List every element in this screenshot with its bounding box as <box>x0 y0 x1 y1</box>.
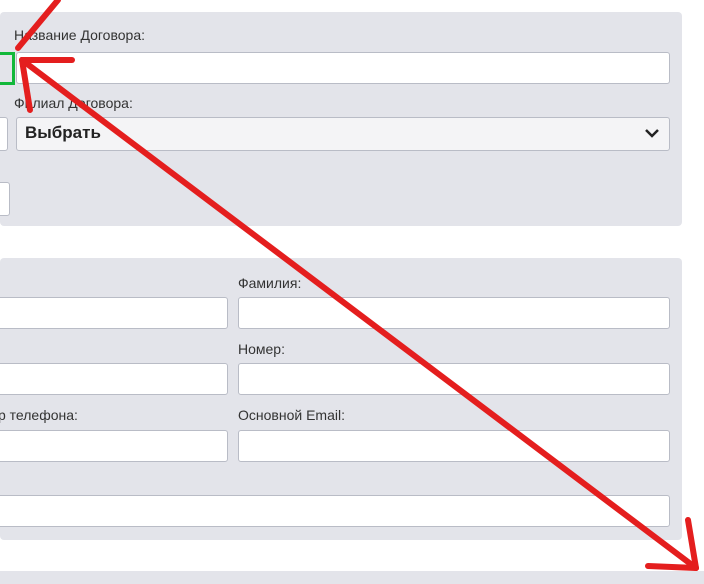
last-name-label: Фамилия: <box>238 275 302 291</box>
left-field-row1[interactable] <box>0 297 228 329</box>
contract-branch-select[interactable]: Выбрать <box>16 117 670 151</box>
contract-name-label: Название Договора: <box>14 27 145 43</box>
email-input[interactable] <box>238 430 670 462</box>
number-input[interactable] <box>238 363 670 395</box>
email-label: Основной Email: <box>238 407 345 423</box>
contract-branch-selected: Выбрать <box>25 123 101 142</box>
bottom-bar <box>0 571 704 584</box>
left-cut-field-2[interactable] <box>0 182 10 216</box>
number-label: Номер: <box>238 341 285 357</box>
wide-field[interactable] <box>0 495 670 527</box>
highlighted-checkbox[interactable] <box>0 52 15 85</box>
contract-name-input[interactable] <box>16 52 670 84</box>
left-cut-field-1[interactable] <box>0 117 8 151</box>
left-field-row2[interactable] <box>0 363 228 395</box>
phone-input[interactable] <box>0 430 228 462</box>
contract-branch-label: Филиал Договора: <box>14 95 133 111</box>
chevron-down-icon <box>645 129 659 138</box>
phone-label: р телефона: <box>0 407 78 423</box>
last-name-input[interactable] <box>238 297 670 329</box>
